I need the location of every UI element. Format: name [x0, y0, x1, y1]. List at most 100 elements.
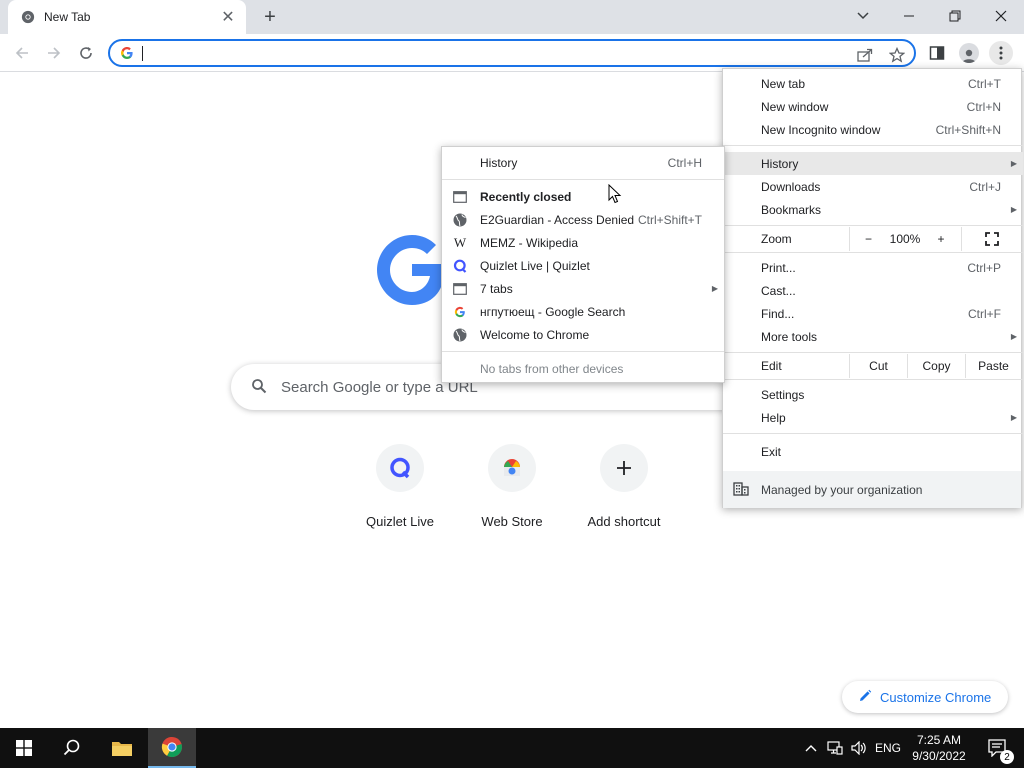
- omnibox[interactable]: [108, 39, 916, 67]
- menu-item-print[interactable]: Print... Ctrl+P: [723, 256, 1023, 279]
- menu-item-label: New tab: [761, 76, 806, 91]
- search-icon: [251, 378, 267, 397]
- reload-button[interactable]: [73, 40, 99, 66]
- clock-date: 9/30/2022: [912, 749, 966, 763]
- menu-item-label: Settings: [761, 387, 805, 402]
- menu-separator: [442, 351, 724, 352]
- submenu-item-recent-tab[interactable]: Quizlet Live | Quizlet: [442, 254, 724, 277]
- menu-item-cast[interactable]: Cast...: [723, 279, 1023, 302]
- menu-item-exit[interactable]: Exit: [723, 440, 1023, 463]
- zoom-out-button[interactable]: −: [849, 227, 887, 251]
- menu-item-label: Downloads: [761, 179, 821, 194]
- zoom-in-label: +: [937, 232, 945, 246]
- menu-item-label: History: [761, 156, 799, 171]
- window-icon: [452, 189, 468, 205]
- menu-item-new-tab[interactable]: New tab Ctrl+T: [723, 72, 1023, 95]
- menu-item-accelerator: Ctrl+P: [967, 260, 1001, 275]
- clock[interactable]: 7:25 AM 9/30/2022: [906, 728, 972, 768]
- menu-separator: [723, 225, 1023, 226]
- menu-separator: [723, 352, 1023, 353]
- close-window-button[interactable]: [978, 0, 1024, 32]
- customize-chrome-label: Customize Chrome: [880, 689, 992, 705]
- cut-button[interactable]: Cut: [849, 354, 907, 378]
- file-explorer-icon[interactable]: [98, 728, 146, 768]
- forward-button[interactable]: [41, 40, 67, 66]
- window-icon: [452, 281, 468, 297]
- menu-item-new-window[interactable]: New window Ctrl+N: [723, 95, 1023, 118]
- submenu-item-recent-tab[interactable]: Welcome to Chrome: [442, 323, 724, 346]
- side-panel-icon[interactable]: [925, 41, 949, 65]
- menu-item-help[interactable]: Help ▶: [723, 406, 1023, 429]
- shortcut-tile[interactable]: Web Store: [456, 444, 568, 544]
- new-tab-button[interactable]: +: [258, 6, 282, 28]
- clock-time: 7:25 AM: [916, 733, 962, 747]
- network-icon[interactable]: [824, 728, 846, 768]
- menu-item-label: Bookmarks: [761, 202, 822, 217]
- menu-item-new-incognito-window[interactable]: New Incognito window Ctrl+Shift+N: [723, 118, 1023, 141]
- shortcut-label: Add shortcut: [587, 514, 661, 529]
- wikipedia-icon: W: [453, 235, 467, 250]
- tab-search-chevron-icon[interactable]: [840, 0, 886, 32]
- google-icon: [452, 304, 468, 320]
- menu-edit-row: Edit Cut Copy Paste: [723, 354, 1023, 378]
- shortcut-tile[interactable]: Quizlet Live: [344, 444, 456, 544]
- add-shortcut-tile[interactable]: Add shortcut: [568, 444, 680, 544]
- submenu-item-label: MEMZ - Wikipedia: [480, 235, 579, 250]
- menu-item-bookmarks[interactable]: Bookmarks ▶: [723, 198, 1023, 221]
- submenu-item-accelerator: Ctrl+H: [667, 155, 702, 170]
- menu-separator: [442, 179, 724, 180]
- menu-item-settings[interactable]: Settings: [723, 383, 1023, 406]
- windows-start-icon[interactable]: [0, 728, 48, 768]
- history-submenu: History Ctrl+H Recently closed E2Guardian…: [441, 146, 725, 383]
- submenu-item-label: 7 tabs: [480, 281, 513, 296]
- submenu-item-recent-tab[interactable]: нгпутюещ - Google Search: [442, 300, 724, 323]
- submenu-item-accelerator: Ctrl+Shift+T: [637, 212, 702, 227]
- back-button[interactable]: [9, 40, 35, 66]
- chrome-taskbar-icon[interactable]: [148, 728, 196, 768]
- paste-button[interactable]: Paste: [965, 354, 1021, 378]
- menu-item-history[interactable]: History ▶: [723, 152, 1023, 175]
- submenu-arrow-icon: ▶: [1010, 413, 1017, 422]
- notifications-icon[interactable]: 2: [978, 728, 1018, 768]
- submenu-item-recent-tab[interactable]: W MEMZ - Wikipedia: [442, 231, 724, 254]
- volume-icon[interactable]: [848, 728, 870, 768]
- submenu-item-recent-tab[interactable]: E2Guardian - Access Denied Ctrl+Shift+T: [442, 208, 724, 231]
- omnibox-input[interactable]: [142, 45, 914, 61]
- customize-chrome-button[interactable]: Customize Chrome: [842, 681, 1008, 713]
- share-icon[interactable]: [856, 46, 874, 64]
- submenu-item-label: Recently closed: [480, 189, 572, 204]
- menu-separator: [723, 252, 1023, 253]
- taskbar-search-icon[interactable]: [48, 728, 96, 768]
- building-icon: [733, 482, 749, 499]
- language-indicator[interactable]: ENG: [872, 728, 904, 768]
- chrome-favicon-icon: [20, 9, 36, 25]
- tab-close-icon[interactable]: ✕: [220, 9, 236, 26]
- menu-item-find[interactable]: Find... Ctrl+F: [723, 302, 1023, 325]
- managed-label: Managed by your organization: [761, 482, 923, 497]
- shortcut-label: Quizlet Live: [366, 514, 434, 529]
- profile-avatar-icon[interactable]: [957, 41, 981, 65]
- restore-button[interactable]: [932, 0, 978, 32]
- globe-icon: [452, 212, 468, 228]
- chrome-menu-kebab-icon[interactable]: [989, 41, 1013, 65]
- copy-label: Copy: [922, 359, 951, 373]
- windows-taskbar: ENG 7:25 AM 9/30/2022 2: [0, 728, 1024, 768]
- menu-item-label: Help: [761, 410, 786, 425]
- managed-by-organization[interactable]: Managed by your organization: [723, 471, 1021, 508]
- show-hidden-icons-chevron-icon[interactable]: [800, 728, 822, 768]
- minimize-button[interactable]: [886, 0, 932, 32]
- fullscreen-icon[interactable]: [961, 227, 1021, 251]
- tab-new-tab[interactable]: New Tab ✕: [8, 0, 246, 34]
- zoom-out-label: −: [864, 232, 872, 246]
- menu-item-accelerator: Ctrl+J: [969, 179, 1001, 194]
- copy-button[interactable]: Copy: [907, 354, 965, 378]
- menu-separator: [723, 379, 1023, 380]
- submenu-arrow-icon: ▶: [1010, 205, 1017, 214]
- menu-item-downloads[interactable]: Downloads Ctrl+J: [723, 175, 1023, 198]
- zoom-in-button[interactable]: +: [923, 227, 959, 251]
- submenu-item-history[interactable]: History Ctrl+H: [442, 151, 724, 174]
- submenu-item-recent-window[interactable]: 7 tabs ▶: [442, 277, 724, 300]
- menu-item-more-tools[interactable]: More tools ▶: [723, 325, 1023, 348]
- submenu-arrow-icon: ▶: [1010, 159, 1017, 168]
- bookmark-star-icon[interactable]: [888, 46, 906, 64]
